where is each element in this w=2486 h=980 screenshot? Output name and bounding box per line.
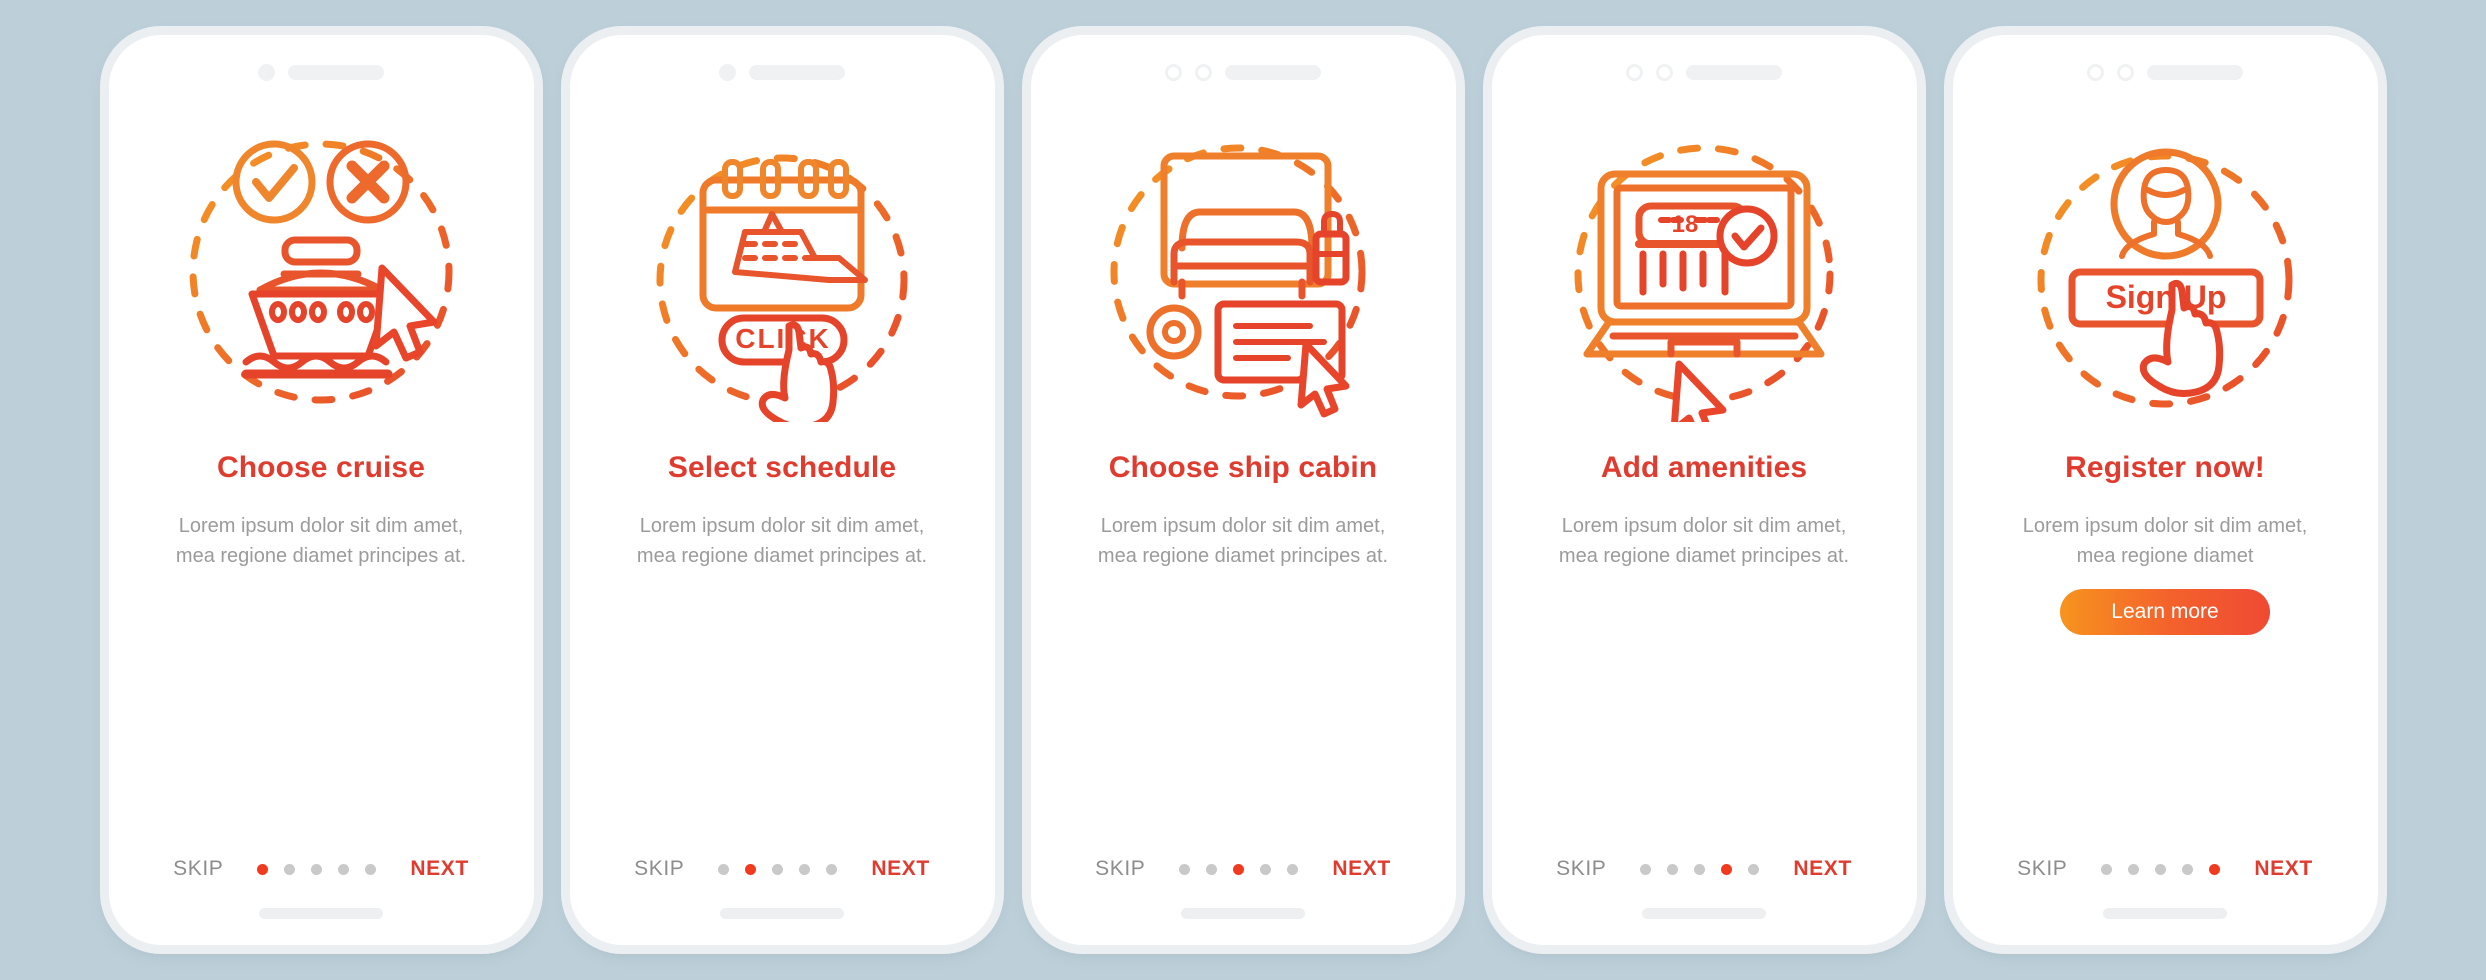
- step-dot-1[interactable]: [1640, 863, 1652, 875]
- skip-button[interactable]: SKIP: [1095, 857, 1145, 881]
- skip-button[interactable]: SKIP: [173, 857, 223, 881]
- illustration-cruise-ship-approve-reject: [109, 107, 534, 437]
- step-dot-3[interactable]: [772, 863, 784, 875]
- step-dot-5[interactable]: [365, 863, 377, 875]
- page-description: Lorem ipsum dolor sit dim amet, mea regi…: [1558, 515, 1850, 567]
- page-description: Lorem ipsum dolor sit dim amet, mea regi…: [1097, 515, 1389, 567]
- next-button[interactable]: NEXT: [1332, 857, 1390, 881]
- step-indicator: [2101, 863, 2221, 875]
- step-dot-2[interactable]: [2128, 863, 2140, 875]
- step-dot-4[interactable]: [338, 863, 350, 875]
- step-dot-5[interactable]: [1748, 863, 1760, 875]
- speaker-bar: [1225, 64, 1321, 80]
- step-dot-3[interactable]: [2155, 863, 2167, 875]
- home-indicator: [2103, 908, 2227, 919]
- camera-dot-icon: [258, 63, 275, 81]
- illustration-laptop-amenities-checkmark: 18: [1492, 107, 1917, 437]
- step-dot-4[interactable]: [2182, 863, 2194, 875]
- home-indicator: [720, 908, 844, 919]
- illustration-calendar-cruise-click: CLICK: [570, 107, 995, 437]
- home-indicator: [1181, 908, 1305, 919]
- onboarding-nav: SKIP NEXT: [109, 857, 534, 881]
- step-indicator: [1640, 863, 1760, 875]
- camera-dot-icon: [719, 63, 736, 81]
- skip-button[interactable]: SKIP: [1556, 857, 1606, 881]
- phone-screen-choose-ship-cabin: Choose ship cabin Lorem ipsum dolor sit …: [1030, 35, 1456, 945]
- status-notch: [1492, 35, 1917, 99]
- page-description: Lorem ipsum dolor sit dim amet, mea regi…: [175, 515, 467, 567]
- skip-button[interactable]: SKIP: [2017, 857, 2067, 881]
- status-notch: [570, 35, 995, 99]
- onboarding-nav: SKIP NEXT: [1492, 857, 1917, 881]
- onboarding-screens-stage: Choose cruise Lorem ipsum dolor sit dim …: [0, 0, 2486, 980]
- illustration-amenities-count: 18: [1672, 211, 1699, 238]
- status-notch: [1031, 35, 1456, 99]
- phone-screen-add-amenities: 18 Add amenities Lorem ipsum dolor sit d…: [1491, 35, 1917, 945]
- skip-button[interactable]: SKIP: [634, 857, 684, 881]
- step-dot-4[interactable]: [1721, 863, 1733, 875]
- step-indicator: [1179, 863, 1299, 875]
- next-button[interactable]: NEXT: [2254, 857, 2312, 881]
- onboarding-nav: SKIP NEXT: [1031, 857, 1456, 881]
- step-dot-1[interactable]: [718, 863, 730, 875]
- speaker-bar: [2147, 64, 2243, 80]
- page-description: Lorem ipsum dolor sit dim amet, mea regi…: [2022, 515, 2308, 567]
- phone-screen-register-now: Sign Up Register now! Lorem ipsum dolor …: [1952, 35, 2378, 945]
- step-indicator: [718, 863, 838, 875]
- sensor-dot-icon: [1656, 63, 1673, 81]
- illustration-signup-avatar-hand: Sign Up: [1953, 107, 2378, 437]
- speaker-bar: [288, 64, 384, 80]
- next-button[interactable]: NEXT: [1793, 857, 1851, 881]
- page-title: Register now!: [2065, 451, 2265, 484]
- next-button[interactable]: NEXT: [410, 857, 468, 881]
- step-dot-1[interactable]: [257, 863, 269, 875]
- onboarding-nav: SKIP NEXT: [1953, 857, 2378, 881]
- step-dot-4[interactable]: [799, 863, 811, 875]
- illustration-cabin-bed-booking: [1031, 107, 1456, 437]
- step-dot-3[interactable]: [1233, 863, 1245, 875]
- illustration-signup-label: Sign Up: [2106, 279, 2227, 315]
- home-indicator: [259, 908, 383, 919]
- step-indicator: [257, 863, 377, 875]
- camera-dot-icon: [1165, 63, 1182, 81]
- camera-dot-icon: [2087, 63, 2104, 81]
- status-notch: [109, 35, 534, 99]
- speaker-bar: [749, 64, 845, 80]
- step-dot-5[interactable]: [2209, 863, 2221, 875]
- step-dot-2[interactable]: [284, 863, 296, 875]
- illustration-click-label: CLICK: [735, 323, 831, 354]
- page-title: Select schedule: [667, 451, 897, 484]
- onboarding-nav: SKIP NEXT: [570, 857, 995, 881]
- step-dot-3[interactable]: [311, 863, 323, 875]
- home-indicator: [1642, 908, 1766, 919]
- step-dot-1[interactable]: [2101, 863, 2113, 875]
- step-dot-2[interactable]: [745, 863, 757, 875]
- step-dot-3[interactable]: [1694, 863, 1706, 875]
- step-dot-5[interactable]: [826, 863, 838, 875]
- step-dot-4[interactable]: [1260, 863, 1272, 875]
- sensor-dot-icon: [1195, 63, 1212, 81]
- step-dot-1[interactable]: [1179, 863, 1191, 875]
- status-notch: [1953, 35, 2378, 99]
- step-dot-2[interactable]: [1206, 863, 1218, 875]
- speaker-bar: [1686, 64, 1782, 80]
- camera-dot-icon: [1626, 63, 1643, 81]
- sensor-dot-icon: [2117, 63, 2134, 81]
- phone-screen-choose-cruise: Choose cruise Lorem ipsum dolor sit dim …: [108, 35, 534, 945]
- step-dot-5[interactable]: [1287, 863, 1299, 875]
- next-button[interactable]: NEXT: [871, 857, 929, 881]
- page-title: Choose cruise: [216, 451, 426, 484]
- learn-more-button[interactable]: Learn more: [2060, 589, 2270, 635]
- phone-screen-select-schedule: CLICK Select schedule Lorem ipsum dolor …: [569, 35, 995, 945]
- page-title: Choose ship cabin: [1108, 451, 1378, 484]
- page-description: Lorem ipsum dolor sit dim amet, mea regi…: [636, 515, 928, 567]
- page-title: Add amenities: [1600, 451, 1808, 484]
- step-dot-2[interactable]: [1667, 863, 1679, 875]
